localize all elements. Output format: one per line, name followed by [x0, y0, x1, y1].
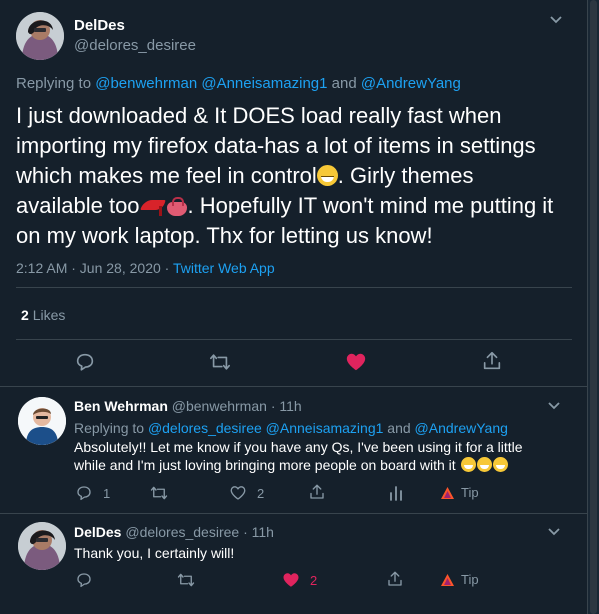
mention-link[interactable]: @delores_desiree	[148, 420, 262, 436]
replying-to: Replying to @delores_desiree @Anneisamaz…	[74, 419, 508, 437]
reply-button[interactable]	[75, 571, 93, 589]
likes-label: Likes	[32, 307, 66, 323]
like-button[interactable]: 2	[282, 571, 317, 589]
tweet-time[interactable]: · 11h	[243, 524, 274, 540]
replying-to: Replying to @benwehrman @Anneisamazing1 …	[16, 75, 461, 92]
chevron-down-icon[interactable]	[547, 398, 561, 416]
tip-button[interactable]: Tip	[440, 572, 479, 587]
scrollbar-thumb[interactable]	[590, 0, 597, 614]
reply-icon	[76, 353, 94, 371]
analytics-button[interactable]	[388, 484, 404, 502]
replying-to-and: and	[331, 75, 357, 92]
mention-link[interactable]: @AndrewYang	[361, 75, 461, 92]
share-button[interactable]	[308, 483, 326, 501]
avatar[interactable]	[16, 12, 64, 60]
reply-button[interactable]	[74, 351, 96, 373]
replying-to-and: and	[387, 420, 411, 436]
share-icon	[310, 484, 324, 499]
tip-button[interactable]: Tip	[440, 485, 479, 500]
purse-emoji-icon	[166, 196, 188, 216]
analytics-icon	[390, 486, 402, 501]
tweet-thread	[0, 0, 588, 614]
heart-filled-icon	[283, 573, 299, 587]
like-count: 2	[257, 485, 265, 501]
avatar-image	[16, 12, 64, 60]
retweet-icon	[177, 573, 195, 587]
replying-to-label: Replying to	[74, 420, 145, 436]
divider	[16, 287, 572, 288]
author-handle[interactable]: @benwehrman	[172, 398, 267, 414]
grinning-emoji-icon	[460, 457, 476, 472]
reply-button[interactable]: 1	[75, 484, 110, 502]
share-icon	[483, 351, 501, 370]
divider	[0, 513, 587, 514]
reply-icon	[77, 573, 91, 588]
retweet-button[interactable]	[176, 571, 196, 589]
divider	[0, 386, 587, 387]
reply-icon	[77, 486, 91, 501]
tweet-text: I just downloaded & It DOES load really …	[16, 101, 564, 251]
author-name[interactable]: DelDes	[74, 17, 125, 34]
tweet-timestamp[interactable]: 2:12 AM · Jun 28, 2020 ·	[16, 260, 173, 276]
retweet-button[interactable]	[208, 351, 232, 373]
mention-link[interactable]: @AndrewYang	[415, 420, 508, 436]
avatar-image	[18, 397, 66, 445]
tweet-text: Absolutely!! Let me know if you have any…	[74, 438, 544, 474]
mention-link[interactable]: @benwehrman	[95, 75, 197, 92]
chevron-down-icon[interactable]	[549, 13, 563, 28]
retweet-icon	[210, 354, 230, 370]
retweet-button[interactable]	[149, 484, 169, 502]
tweet-time[interactable]: · 11h	[271, 398, 302, 414]
tweet-text: Thank you, I certainly will!	[74, 545, 235, 561]
tweet-text-part: Absolutely!! Let me know if you have any…	[74, 439, 523, 473]
share-icon	[388, 571, 402, 586]
author-name[interactable]: Ben Wehrman	[74, 398, 168, 414]
share-button[interactable]	[481, 350, 503, 372]
chevron-down-icon[interactable]	[547, 524, 561, 542]
scrollbar[interactable]	[588, 0, 599, 614]
retweet-icon	[150, 486, 168, 500]
tweet-source[interactable]: Twitter Web App	[173, 260, 275, 276]
reply-count: 1	[103, 485, 111, 501]
mention-link[interactable]: @Anneisamazing1	[201, 75, 327, 92]
author-handle[interactable]: @delores_desiree	[74, 37, 196, 54]
grinning-emoji-icon	[492, 457, 508, 472]
like-button[interactable]: 2	[229, 484, 264, 502]
avatar[interactable]	[18, 522, 66, 570]
high-heel-emoji-icon	[140, 196, 166, 216]
like-button[interactable]	[344, 351, 368, 373]
share-button[interactable]	[386, 570, 404, 588]
heart-icon	[230, 486, 246, 500]
reply-header: DelDes @delores_desiree · 11h	[74, 524, 274, 540]
tip-triangle-icon	[441, 486, 454, 499]
tip-label: Tip	[461, 485, 479, 500]
divider	[16, 339, 572, 340]
reply-header: Ben Wehrman @benwehrman · 11h	[74, 398, 302, 414]
author-handle[interactable]: @delores_desiree	[125, 524, 239, 540]
likes-count: 2	[21, 307, 29, 323]
likes-stat[interactable]: 2 Likes	[21, 307, 65, 323]
like-count: 2	[310, 572, 318, 588]
heart-filled-icon	[346, 353, 366, 371]
grinning-emoji-icon	[316, 165, 338, 186]
tip-triangle-icon	[441, 573, 454, 586]
replying-to-label: Replying to	[16, 75, 92, 92]
tip-label: Tip	[461, 572, 479, 587]
tweet-meta: 2:12 AM · Jun 28, 2020 · Twitter Web App	[16, 260, 275, 276]
avatar[interactable]	[18, 397, 66, 445]
author-name[interactable]: DelDes	[74, 524, 121, 540]
mention-link[interactable]: @Anneisamazing1	[266, 420, 384, 436]
grinning-emoji-icon	[476, 457, 492, 472]
avatar-image	[18, 522, 66, 570]
